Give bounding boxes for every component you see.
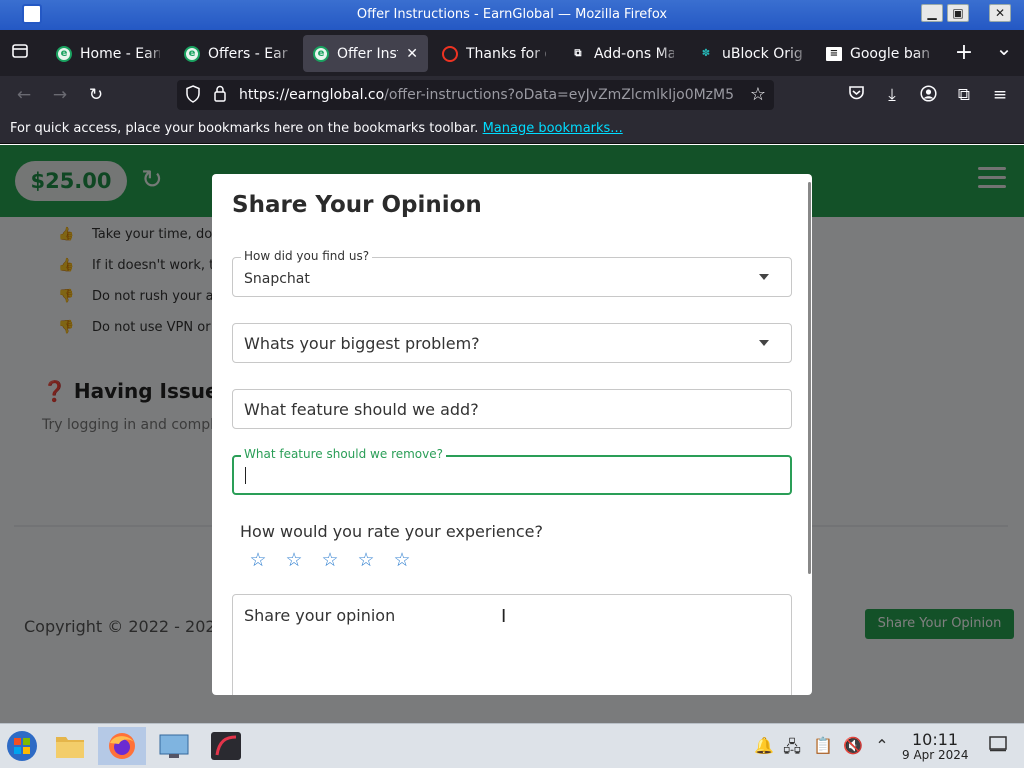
bookmarks-hint: For quick access, place your bookmarks h… xyxy=(10,121,479,136)
url-text[interactable]: https://earnglobal.co/offer-instructions… xyxy=(239,87,739,103)
extensions-icon[interactable]: ⧉ xyxy=(953,85,975,105)
tab-offer-instructions[interactable]: e Offer Instr ✕ xyxy=(303,35,428,72)
feature-add-input[interactable]: What feature should we add? xyxy=(232,389,792,429)
feature-add-placeholder: What feature should we add? xyxy=(244,400,479,419)
earnglobal-icon: e xyxy=(56,45,72,62)
biggest-problem-select[interactable]: Whats your biggest problem? xyxy=(232,323,792,363)
rating-star-icon[interactable]: ☆ xyxy=(283,549,305,571)
maximize-button[interactable]: ▣ xyxy=(947,4,969,22)
rating-star-icon[interactable]: ☆ xyxy=(355,549,377,571)
show-desktop-icon[interactable] xyxy=(988,736,1008,756)
window-title-bar: Offer Instructions - EarnGlobal — Mozill… xyxy=(0,0,1024,30)
earnglobal-icon: e xyxy=(313,45,329,62)
rating-star-icon[interactable]: ☆ xyxy=(319,549,341,571)
feature-remove-label: What feature should we remove? xyxy=(241,447,447,461)
network-icon[interactable]: 🖧 xyxy=(782,736,802,763)
notification-bell-icon[interactable]: 🔔 xyxy=(754,736,774,755)
opinion-textarea[interactable]: Share your opinion xyxy=(232,594,792,695)
biggest-problem-placeholder: Whats your biggest problem? xyxy=(244,334,480,353)
tab-thanks[interactable]: Thanks for d xyxy=(432,35,556,72)
tab-label: Offer Instr xyxy=(337,45,398,62)
shield-icon[interactable] xyxy=(182,85,204,107)
window-title: Offer Instructions - EarnGlobal — Mozill… xyxy=(356,7,668,22)
mouse-ibeam-cursor-icon: I xyxy=(501,606,507,627)
tab-google-bans[interactable]: ≡ Google bans xyxy=(816,35,940,72)
bookmarks-toolbar: For quick access, place your bookmarks h… xyxy=(0,114,1024,144)
url-bar[interactable]: https://earnglobal.co/offer-instructions… xyxy=(177,80,774,110)
tab-list-button[interactable]: ⌄ xyxy=(992,36,1016,60)
tab-ublock[interactable]: ✽ uBlock Origin xyxy=(688,35,812,72)
clock-time[interactable]: 10:11 xyxy=(912,730,958,749)
pocket-icon[interactable] xyxy=(845,85,867,106)
tab-bar: e Home - Earn e Offers - Earn e Offer In… xyxy=(0,30,1024,76)
how-found-select[interactable]: How did you find us? Snapchat xyxy=(232,249,792,297)
clock-date[interactable]: 9 Apr 2024 xyxy=(902,748,969,762)
tab-offers[interactable]: e Offers - Earn xyxy=(174,35,298,72)
downloads-icon[interactable]: ⤓ xyxy=(881,85,903,105)
volume-muted-icon[interactable]: 🔇 xyxy=(843,736,863,755)
clipboard-icon[interactable]: 📋 xyxy=(813,736,833,755)
rating-label: How would you rate your experience? xyxy=(240,522,543,541)
reload-icon[interactable]: ↻ xyxy=(85,85,107,105)
feature-remove-input[interactable]: What feature should we remove? xyxy=(232,447,792,495)
bookmark-star-icon[interactable]: ☆ xyxy=(747,84,769,105)
rating-star-icon[interactable]: ☆ xyxy=(247,549,269,571)
share-opinion-modal: Share Your Opinion How did you find us? … xyxy=(212,174,812,695)
tab-overview-icon[interactable] xyxy=(10,42,30,65)
dropdown-caret-icon xyxy=(759,340,769,346)
start-menu-button[interactable] xyxy=(3,727,41,765)
navigation-bar: ← → ↻ https://earnglobal.co/offer-instru… xyxy=(0,76,1024,114)
opera-icon xyxy=(442,45,458,62)
how-found-label: How did you find us? xyxy=(241,249,373,263)
app-menu-icon[interactable]: ≡ xyxy=(989,85,1011,105)
close-window-button[interactable]: ✕ xyxy=(989,4,1011,22)
tab-home[interactable]: e Home - Earn xyxy=(46,35,170,72)
minimize-button[interactable]: ▁ xyxy=(921,4,943,22)
document-icon: ≡ xyxy=(826,46,842,61)
terminal-app-icon[interactable] xyxy=(207,727,245,765)
manage-bookmarks-link[interactable]: Manage bookmarks... xyxy=(483,121,623,136)
tab-close-icon[interactable]: ✕ xyxy=(406,46,418,62)
file-manager-icon[interactable] xyxy=(51,727,89,765)
dropdown-caret-icon xyxy=(759,274,769,280)
tab-addons[interactable]: ⧉ Add-ons Man xyxy=(560,35,684,72)
text-cursor xyxy=(245,467,246,484)
opinion-placeholder: Share your opinion xyxy=(244,606,396,625)
puzzle-icon: ⧉ xyxy=(574,48,582,59)
ublock-icon: ✽ xyxy=(701,48,711,59)
forward-arrow-icon[interactable]: → xyxy=(49,85,71,105)
new-tab-button[interactable]: + xyxy=(952,40,976,65)
firefox-taskbar-icon[interactable] xyxy=(98,727,146,765)
back-arrow-icon[interactable]: ← xyxy=(13,85,35,105)
modal-title: Share Your Opinion xyxy=(232,192,482,218)
control-panel-icon[interactable] xyxy=(155,727,193,765)
earnglobal-icon: e xyxy=(184,45,200,62)
how-found-value: Snapchat xyxy=(244,271,310,287)
rating-star-icon[interactable]: ☆ xyxy=(391,549,413,571)
account-icon[interactable] xyxy=(917,85,939,107)
lock-icon[interactable] xyxy=(209,85,231,107)
modal-scrollbar[interactable] xyxy=(808,182,811,574)
chevron-up-icon[interactable]: ⌃ xyxy=(872,736,892,755)
taskbar: 🔔 🖧 📋 🔇 ⌃ 10:11 9 Apr 2024 xyxy=(0,723,1024,768)
